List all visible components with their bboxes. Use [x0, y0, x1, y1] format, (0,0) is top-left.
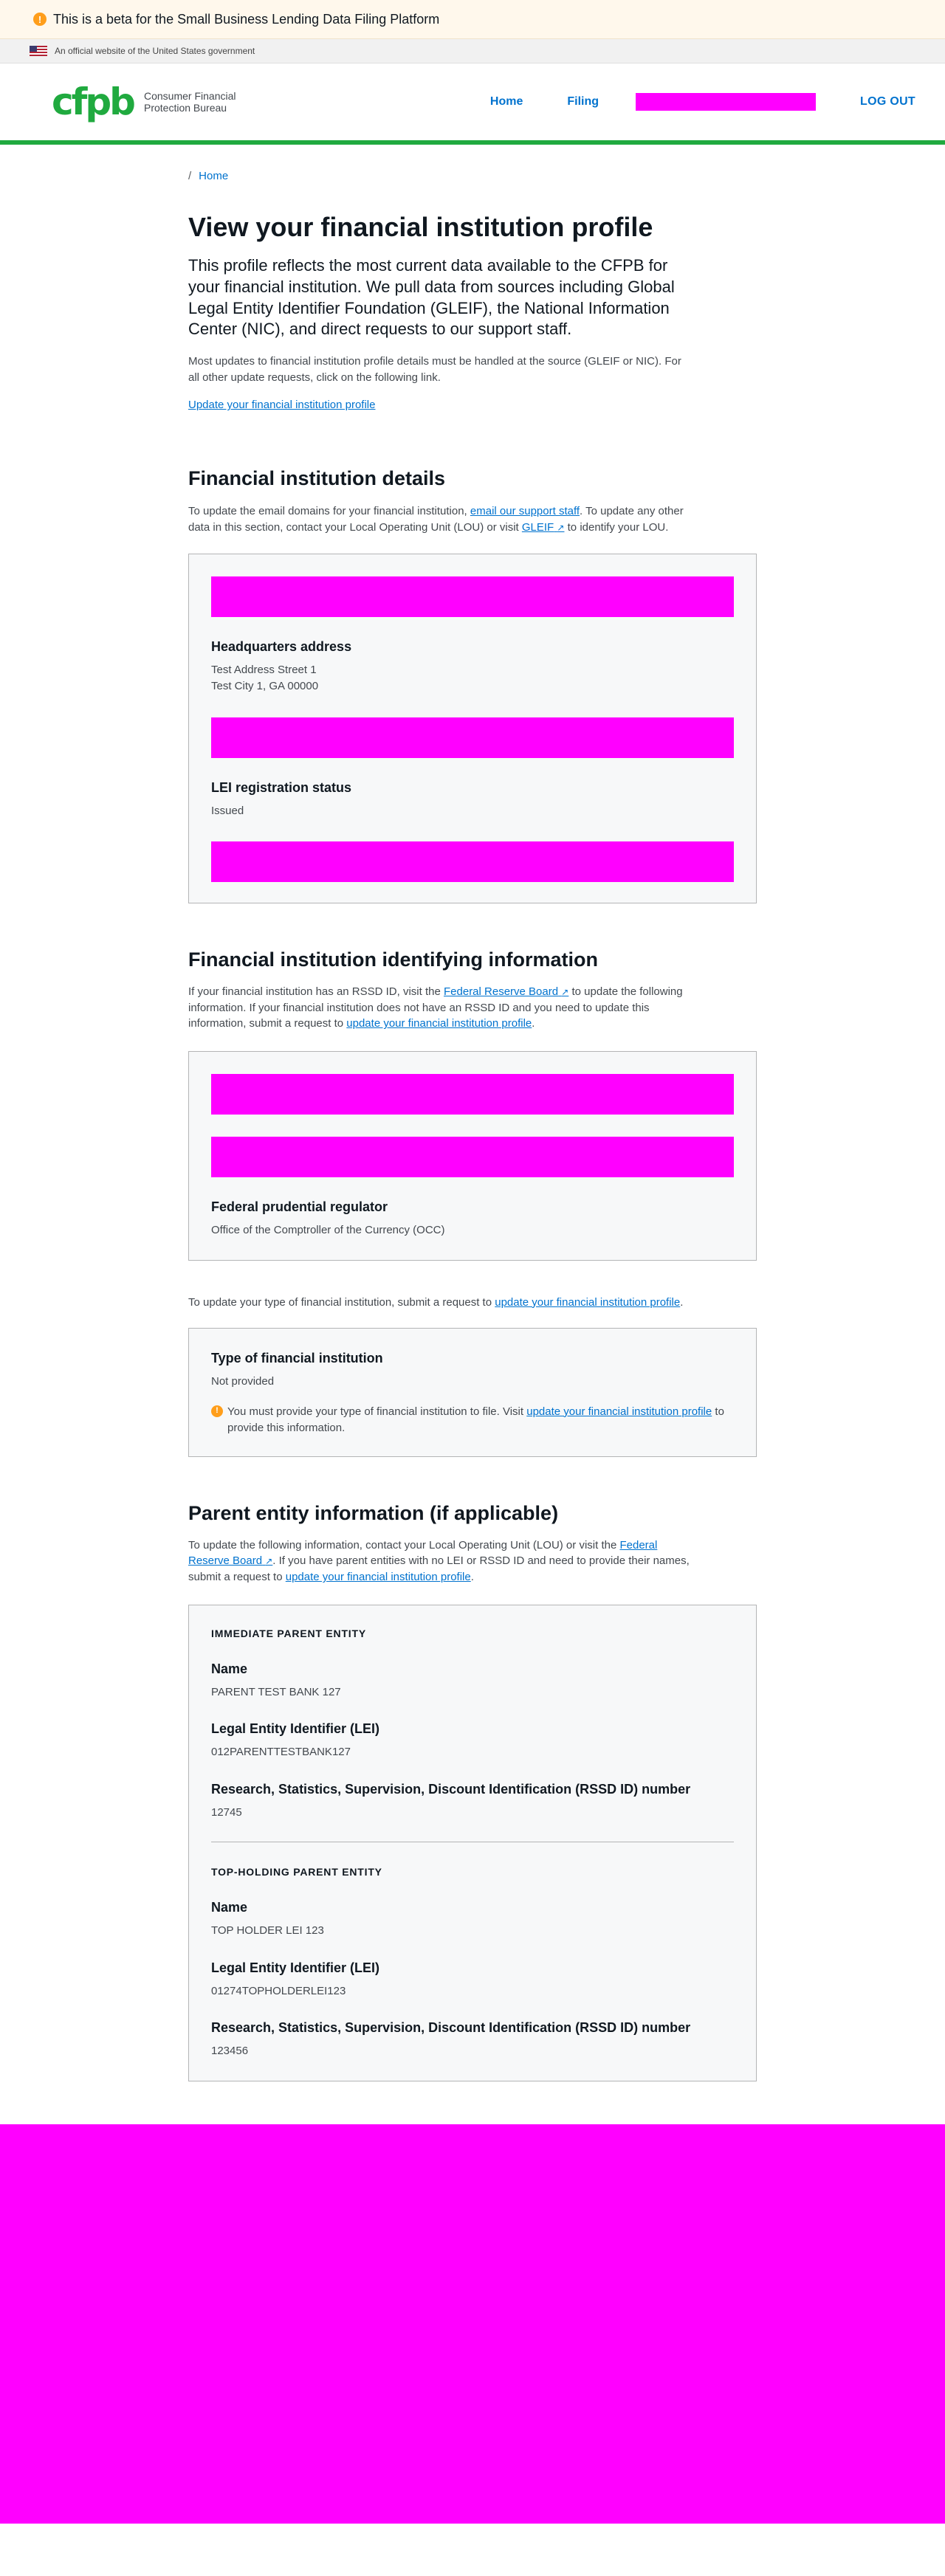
redacted-user-name	[636, 93, 817, 111]
fi-identifying-title: Financial institution identifying inform…	[188, 948, 598, 971]
fi-type-desc-text: To update your type of financial institu…	[188, 1295, 492, 1309]
immediate-parent-rssd-label: Research, Statistics, Supervision, Disco…	[211, 1781, 691, 1797]
page-lead: This profile reflects the most current d…	[188, 256, 675, 339]
external-link-icon: ↗	[561, 986, 569, 997]
fi-details-well: Headquarters address Test Address Street…	[188, 553, 757, 904]
regulator-label: Federal prudential regulator	[211, 1199, 388, 1215]
redacted-field	[211, 1137, 734, 1178]
update-profile-link[interactable]: update your financial institution profil…	[286, 1571, 471, 1583]
breadcrumb: / Home	[188, 170, 757, 182]
fi-type-desc: To update your type of financial institu…	[188, 1295, 690, 1311]
update-profile-link[interactable]: update your financial institution profil…	[526, 1405, 712, 1418]
main-nav: Home Filing LOG OUT	[490, 63, 915, 140]
fi-details-desc: To update the email domains for your fin…	[188, 503, 690, 536]
immediate-parent-rssd-value: 12745	[211, 1805, 242, 1819]
page-intro: Most updates to financial institution pr…	[188, 354, 681, 384]
fi-type-value: Not provided	[211, 1375, 275, 1388]
fi-type-well: Type of financial institution Not provid…	[188, 1328, 757, 1458]
immediate-parent-heading: IMMEDIATE PARENT ENTITY	[211, 1627, 366, 1639]
redacted-field	[211, 841, 734, 883]
parent-well: IMMEDIATE PARENT ENTITY Name PARENT TEST…	[188, 1604, 757, 2081]
us-flag-icon	[30, 46, 47, 56]
external-link-icon: ↗	[557, 523, 565, 534]
logo-text-line1: Consumer Financial	[143, 89, 236, 102]
immediate-parent-name-value: PARENT TEST BANK 127	[211, 1685, 341, 1698]
update-profile-link[interactable]: update your financial institution profil…	[346, 1017, 532, 1030]
redacted-field	[211, 1074, 734, 1115]
page-title: View your financial institution profile	[188, 212, 653, 242]
fi-type-alert: ! You must provide your type of financia…	[211, 1404, 734, 1436]
hq-address-value: Test Address Street 1 Test City 1, GA 00…	[211, 662, 734, 695]
gleif-link[interactable]: GLEIF ↗	[522, 521, 565, 534]
fi-identifying-desc: If your financial institution has an RSS…	[188, 984, 690, 1032]
gov-banner: An official website of the United States…	[0, 39, 945, 63]
top-holding-rssd-value: 123456	[211, 2045, 249, 2058]
federal-reserve-link-label: Federal Reserve Board	[444, 985, 559, 998]
redacted-footer	[0, 2124, 945, 2524]
fi-type-alert-text: You must provide your type of financial …	[227, 1404, 734, 1436]
breadcrumb-separator: /	[188, 170, 192, 182]
parent-desc-text-1: To update the following information, con…	[188, 1538, 617, 1552]
cfpb-logo[interactable]: cfpb Consumer Financial Protection Burea…	[52, 83, 236, 120]
top-holding-lei-value: 01274TOPHOLDERLEI123	[211, 1984, 346, 1997]
fi-type-alert-text-1: You must provide your type of financial …	[227, 1405, 524, 1418]
redacted-field	[211, 576, 734, 617]
nav-home-link[interactable]: Home	[490, 95, 523, 109]
top-holding-name-label: Name	[211, 1900, 248, 1915]
lei-status-value: Issued	[211, 804, 244, 817]
fi-details-desc-text-1: To update the email domains for your fin…	[188, 505, 467, 518]
gov-banner-text: An official website of the United States…	[55, 46, 255, 56]
immediate-parent-name-label: Name	[211, 1661, 248, 1676]
hq-address-line2: Test City 1, GA 00000	[211, 680, 319, 693]
fi-type-desc-end: .	[680, 1295, 684, 1309]
fi-identifying-desc-end: .	[532, 1017, 535, 1030]
nav-filing-link[interactable]: Filing	[567, 95, 599, 109]
top-holding-lei-label: Legal Entity Identifier (LEI)	[211, 1960, 380, 1975]
parent-desc: To update the following information, con…	[188, 1537, 690, 1585]
fi-details-desc-text-3: to identify your LOU.	[567, 521, 669, 534]
fi-details-title: Financial institution details	[188, 467, 446, 490]
site-header: cfpb Consumer Financial Protection Burea…	[0, 63, 945, 145]
logout-link[interactable]: LOG OUT	[860, 95, 915, 109]
hq-address-label: Headquarters address	[211, 638, 352, 654]
external-link-icon: ↗	[265, 1556, 273, 1567]
update-profile-link[interactable]: update your financial institution profil…	[495, 1296, 680, 1309]
main-content: / Home View your financial institution pr…	[188, 170, 757, 2081]
lei-status-label: LEI registration status	[211, 779, 352, 795]
breadcrumb-home-link[interactable]: Home	[199, 170, 228, 182]
top-holding-name-value: TOP HOLDER LEI 123	[211, 1924, 324, 1938]
email-support-link[interactable]: email our support staff	[470, 505, 580, 517]
immediate-parent-lei-label: Legal Entity Identifier (LEI)	[211, 1721, 380, 1737]
fi-identifying-well: Federal prudential regulator Office of t…	[188, 1051, 757, 1261]
federal-reserve-link[interactable]: Federal Reserve Board ↗	[444, 985, 568, 998]
immediate-parent-lei-value: 012PARENTTESTBANK127	[211, 1746, 351, 1759]
warning-icon: !	[211, 1405, 223, 1417]
parent-desc-end: .	[470, 1571, 474, 1584]
parent-title: Parent entity information (if applicable…	[188, 1502, 559, 1525]
beta-banner: ! This is a beta for the Small Business …	[0, 0, 945, 39]
warning-icon: !	[33, 13, 47, 26]
fi-identifying-desc-text-1: If your financial institution has an RSS…	[188, 985, 441, 998]
logo-text: Consumer Financial Protection Bureau	[144, 90, 236, 114]
logo-mark: cfpb	[52, 80, 136, 123]
beta-banner-text: This is a beta for the Small Business Le…	[53, 11, 440, 27]
hq-address-line1: Test Address Street 1	[211, 663, 317, 676]
gleif-link-label: GLEIF	[521, 521, 554, 534]
update-profile-link[interactable]: Update your financial institution profil…	[188, 399, 375, 411]
logo-text-line2: Protection Bureau	[143, 102, 227, 114]
top-holding-parent-heading: TOP-HOLDING PARENT ENTITY	[211, 1866, 382, 1878]
redacted-field	[211, 717, 734, 758]
top-holding-rssd-label: Research, Statistics, Supervision, Disco…	[211, 2020, 691, 2036]
fi-type-label: Type of financial institution	[211, 1351, 383, 1366]
regulator-value: Office of the Comptroller of the Currenc…	[211, 1224, 445, 1237]
